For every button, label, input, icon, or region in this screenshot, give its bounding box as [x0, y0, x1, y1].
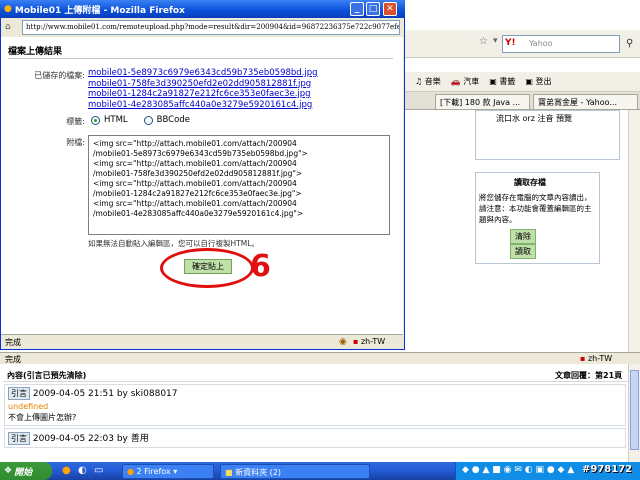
taskbar-item-folder[interactable]: ■ 新資料夾 (2) [220, 464, 370, 479]
bookmark-car[interactable]: 🚗 汽車 [451, 76, 480, 87]
html-radio[interactable] [91, 115, 100, 125]
bookmark-music[interactable]: ♫ 音樂 [415, 76, 441, 87]
saved-file-list: mobile01-5e8973c6979e6343cd59b735eb0598b… [88, 68, 318, 110]
page-indicator: 文章回覆：第21頁 [555, 371, 623, 380]
list-item: 引言 2009-04-05 22:03 by 善用 [4, 428, 626, 448]
firefox-icon: ● [127, 467, 134, 476]
post-subtitle: undefined [8, 402, 49, 411]
editor-side-panel: 流口水 orz 注音 預覽 讀取存檔 將您儲存在電腦的文章內容讀出，請注意：本功… [470, 110, 640, 360]
html-code-textarea[interactable]: <img src="http://attach.mobile01.com/att… [88, 135, 390, 235]
emoticon-links[interactable]: 流口水 orz 注音 預覽 [476, 111, 619, 126]
step-number-annotation: 6 [250, 249, 271, 284]
search-box[interactable]: Y! Yahoo [502, 35, 620, 53]
hint-text: 如果無法自動貼入編輯區，您可以自行複製HTML。 [88, 239, 259, 248]
dropdown-arrow-icon[interactable]: ▾ [493, 36, 498, 46]
tag-label: 標籤: [66, 117, 85, 126]
list-item: 引言 2009-04-05 21:51 by ski088017 undefin… [4, 384, 626, 426]
page-identity-icon[interactable]: ⌂ [5, 22, 11, 32]
flag-icon: ▪ [580, 354, 586, 363]
saved-file-link[interactable]: mobile01-758fe3d390250efd2e02dd905812881… [88, 79, 318, 90]
browser-status-text: 完成 [5, 355, 21, 364]
saved-file-link[interactable]: mobile01-5e8973c6979e6343cd59b735eb0598b… [88, 68, 318, 79]
divider [8, 58, 393, 59]
load-draft-title: 讀取存檔 [514, 178, 546, 187]
clear-button[interactable]: 清除 [510, 229, 536, 244]
flag-icon: ▪ [353, 337, 359, 346]
star-icon[interactable]: ☆ [479, 36, 488, 47]
quote-button[interactable]: 引言 [8, 432, 30, 445]
search-icon[interactable]: ⚲ [626, 38, 633, 49]
saved-file-link[interactable]: mobile01-1284c2a91827e212fc6ce353e0faec3… [88, 89, 318, 100]
tag-radio-group: HTML BBCode [91, 115, 190, 125]
post-meta: 2009-04-05 21:51 by ski088017 [32, 389, 178, 399]
close-button[interactable]: ✕ [383, 2, 397, 16]
popup-status-bar: 完成 ◉ ▪ zh-TW [1, 334, 403, 349]
post-body: 不會上傳圖片怎辦? [8, 413, 77, 422]
load-draft-description: 將您儲存在電腦的文章內容讀出，請注意：本功能會覆蓋編輯區的主題與內容。 [479, 193, 592, 224]
scrollbar-thumb[interactable] [630, 370, 639, 450]
attach-label: 附檔: [66, 138, 85, 147]
addon-icon[interactable]: ◉ [339, 337, 347, 347]
saved-files-label: 已儲存的檔案: [34, 71, 85, 80]
watermark: #978172 [582, 464, 633, 475]
quicklaunch-firefox-icon[interactable]: ● [62, 465, 71, 476]
quicklaunch-media-icon[interactable]: ◐ [78, 465, 87, 476]
locale-indicator[interactable]: ▪ zh-TW [353, 337, 385, 346]
content-header: 內容(引言已預先清除) 文章回覆：第21頁 [3, 368, 628, 382]
minimize-button[interactable]: _ [350, 2, 364, 16]
url-field[interactable]: http://www.mobile01.com/remoteupload.php… [22, 20, 400, 35]
start-button[interactable]: ❖ 開始 [0, 462, 52, 480]
windows-logo-icon: ❖ [4, 466, 13, 476]
tab-download[interactable]: [下載] 180 款 Java ... [435, 94, 530, 109]
quote-button[interactable]: 引言 [8, 387, 30, 400]
popup-title: Mobile01 上傳附檔 - Mozilla Firefox [14, 5, 185, 16]
load-draft-box: 讀取存檔 將您儲存在電腦的文章內容讀出，請注意：本功能會覆蓋編輯區的主題與內容。… [475, 172, 600, 264]
taskbar-item-firefox[interactable]: ● 2 Firefox ▾ [122, 464, 214, 479]
section-title: 檔案上傳結果 [8, 47, 63, 57]
browser-locale-indicator[interactable]: ▪ zh-TW [580, 354, 612, 363]
bbcode-radio[interactable] [143, 115, 153, 125]
folder-icon: ■ [225, 468, 233, 477]
html-radio-label: HTML [104, 115, 128, 125]
post-meta: 2009-04-05 22:03 by 善用 [32, 434, 149, 444]
bookmark-logout[interactable]: ▣ 登出 [525, 76, 551, 87]
browser-status-bar: 完成 ▪ zh-TW [0, 352, 640, 364]
bookmark-bookmarks[interactable]: ▣ 書籤 [489, 76, 515, 87]
maximize-button[interactable]: □ [366, 2, 380, 16]
yahoo-logo-icon: Y! [505, 38, 516, 48]
tab-strip: [下載] 180 款 Java ... 寶弟賞金屋 - Yahoo... [405, 92, 640, 110]
vertical-scrollbar[interactable] [628, 110, 640, 462]
read-button[interactable]: 讀取 [510, 244, 536, 259]
tab-yahoo[interactable]: 寶弟賞金屋 - Yahoo... [533, 94, 638, 109]
bookmarks-bar: ♫ 音樂 🚗 汽車 ▣ 書籤 ▣ 登出 [405, 72, 640, 92]
emoticon-box: 流口水 orz 注音 預覽 [475, 110, 620, 160]
search-placeholder: Yahoo [529, 39, 553, 48]
firefox-icon: ● [4, 4, 12, 14]
popup-status-text: 完成 [5, 337, 21, 347]
tray-icons[interactable]: ◆ ● ▲ ■ ◉ ✉ ◐ ▣ ● ◆ ▲ [462, 465, 574, 475]
red-annotation-circle [160, 248, 254, 288]
popup-titlebar[interactable]: ● Mobile01 上傳附檔 - Mozilla Firefox _ □ ✕ [0, 0, 405, 18]
bbcode-radio-label: BBCode [156, 115, 190, 125]
saved-file-link[interactable]: mobile01-4e283085affc440a0e3279e5920161c… [88, 100, 318, 111]
chevron-down-icon: ▾ [173, 467, 178, 476]
quicklaunch-show-desktop-icon[interactable]: ▭ [94, 465, 103, 476]
content-header-title: 內容(引言已預先清除) [7, 371, 87, 380]
